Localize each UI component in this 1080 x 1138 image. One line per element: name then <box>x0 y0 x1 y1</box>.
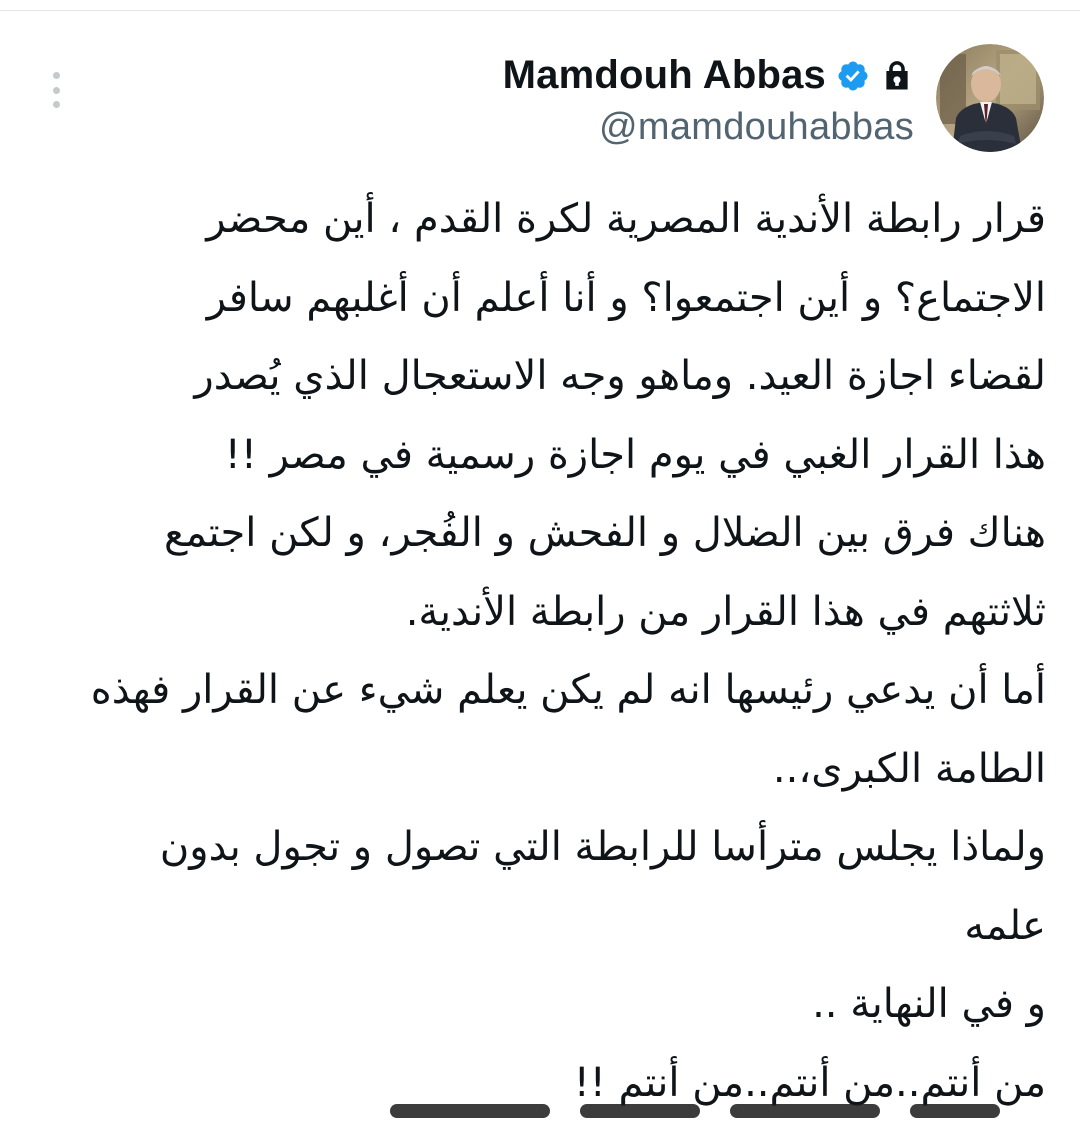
tweet-text-line: لقضاء اجازة العيد. وماهو وجه الاستعجال ا… <box>194 353 1046 399</box>
cropped-glyphs <box>390 1104 550 1118</box>
verified-badge-icon[interactable] <box>836 59 870 93</box>
cropped-glyphs <box>730 1104 880 1118</box>
avatar[interactable] <box>936 44 1044 152</box>
tweet-text-line: و في النهاية .. <box>812 981 1046 1027</box>
author-handle[interactable]: @mamdouhabbas <box>599 106 914 149</box>
tweet-text-line: قرار رابطة الأندية المصرية لكرة القدم ، … <box>206 196 1046 242</box>
tweet-text-line: الاجتماع؟ و أين اجتمعوا؟ و أنا أعلم أن أ… <box>206 274 1046 321</box>
tweet-text-line: الطامة الكبرى،.. <box>772 745 1046 792</box>
cropped-glyphs <box>910 1104 1000 1118</box>
tweet-text-line: علمه <box>964 902 1046 949</box>
tweet-text-line: ولماذا يجلس مترأسا للرابطة التي تصول و ت… <box>159 824 1046 870</box>
more-options-button[interactable] <box>42 68 70 112</box>
top-divider <box>0 10 1080 11</box>
tweet-text-line: هناك فرق بين الضلال و الفحش و الفُجر، و … <box>164 510 1046 556</box>
more-vertical-icon-dot <box>52 86 60 94</box>
tweet-text-line: أما أن يدعي رئيسها انه لم يكن يعلم شيء ع… <box>90 667 1046 713</box>
author-info[interactable]: Mamdouh Abbas @mamdouhabbas <box>503 48 914 149</box>
more-vertical-icon <box>52 72 60 79</box>
cropped-glyphs <box>580 1104 700 1118</box>
author-display-name[interactable]: Mamdouh Abbas <box>503 53 826 98</box>
lock-icon <box>886 60 908 89</box>
tweet-header: Mamdouh Abbas @mamdouhabbas <box>503 44 1044 152</box>
tweet-text-line: هذا القرار الغبي في يوم اجازة رسمية في م… <box>224 431 1046 478</box>
tweet-text: قرار رابطة الأندية المصرية لكرة القدم ، … <box>36 180 1046 1122</box>
more-vertical-icon-dot <box>52 101 60 108</box>
tweet-text-line: ثلاثتهم في هذا القرار من رابطة الأندية. <box>405 588 1046 635</box>
author-name-row: Mamdouh Abbas <box>503 48 914 104</box>
cropped-text-fragment <box>300 1098 1000 1138</box>
